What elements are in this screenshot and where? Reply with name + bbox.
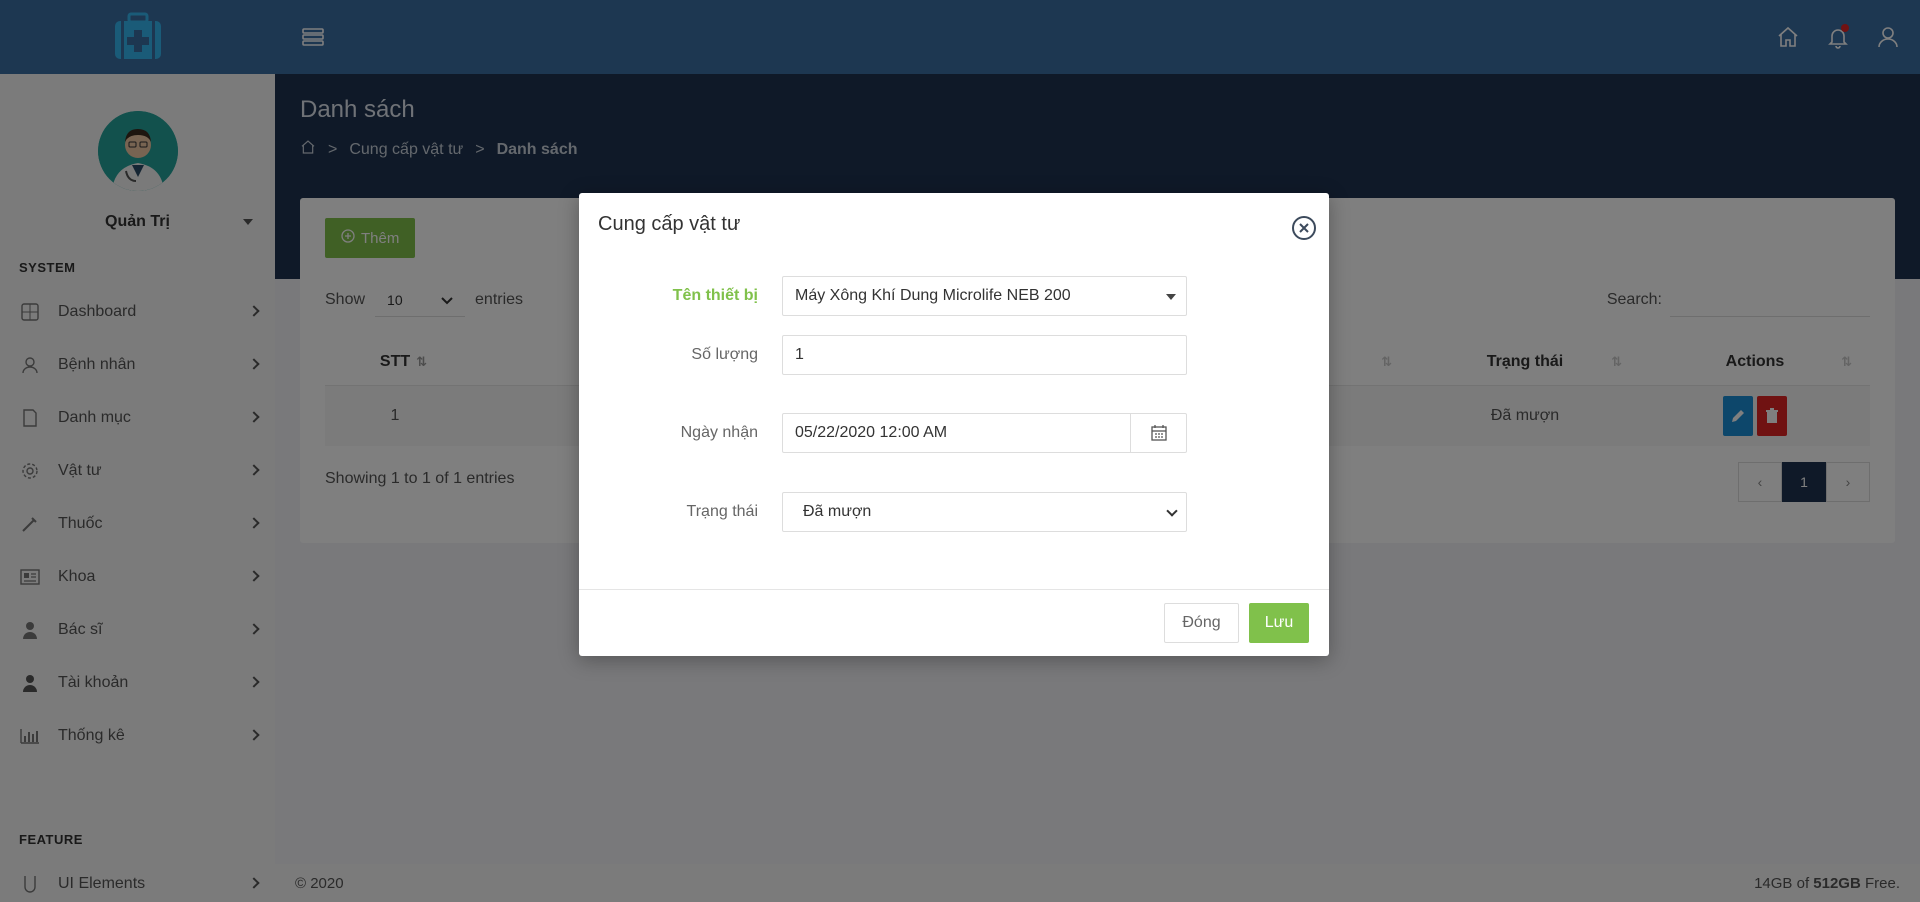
device-select[interactable]: Máy Xông Khí Dung Microlife NEB 200 bbox=[782, 276, 1187, 316]
quantity-value: 1 bbox=[795, 346, 804, 363]
close-icon bbox=[1299, 223, 1309, 233]
supply-modal: Cung cấp vật tư Tên thiết bị Máy Xông Kh… bbox=[579, 193, 1329, 656]
close-button[interactable]: Đóng bbox=[1164, 603, 1239, 643]
form-row-status: Trạng thái Đã mượn bbox=[579, 492, 1329, 532]
quantity-label: Số lượng bbox=[691, 346, 758, 363]
date-input[interactable]: 05/22/2020 12:00 AM bbox=[782, 413, 1187, 453]
modal-close-button[interactable] bbox=[1292, 216, 1316, 240]
caret-down-icon bbox=[1166, 294, 1176, 300]
date-label: Ngày nhận bbox=[680, 424, 758, 441]
calendar-icon bbox=[1150, 425, 1167, 441]
save-button[interactable]: Lưu bbox=[1249, 603, 1309, 643]
form-row-device: Tên thiết bị Máy Xông Khí Dung Microlife… bbox=[579, 276, 1329, 316]
calendar-button[interactable] bbox=[1130, 414, 1186, 452]
quantity-input[interactable]: 1 bbox=[782, 335, 1187, 375]
chevron-down-icon bbox=[1166, 505, 1178, 517]
device-value: Máy Xông Khí Dung Microlife NEB 200 bbox=[795, 287, 1071, 304]
status-label: Trạng thái bbox=[686, 503, 758, 520]
modal-divider bbox=[579, 589, 1329, 590]
modal-title: Cung cấp vật tư bbox=[598, 213, 741, 235]
status-value: Đã mượn bbox=[803, 503, 872, 520]
form-row-quantity: Số lượng 1 bbox=[579, 335, 1329, 375]
date-value: 05/22/2020 12:00 AM bbox=[795, 424, 948, 441]
form-row-date: Ngày nhận 05/22/2020 12:00 AM bbox=[579, 413, 1329, 453]
device-label: Tên thiết bị bbox=[672, 287, 758, 304]
status-select[interactable]: Đã mượn bbox=[782, 492, 1187, 532]
